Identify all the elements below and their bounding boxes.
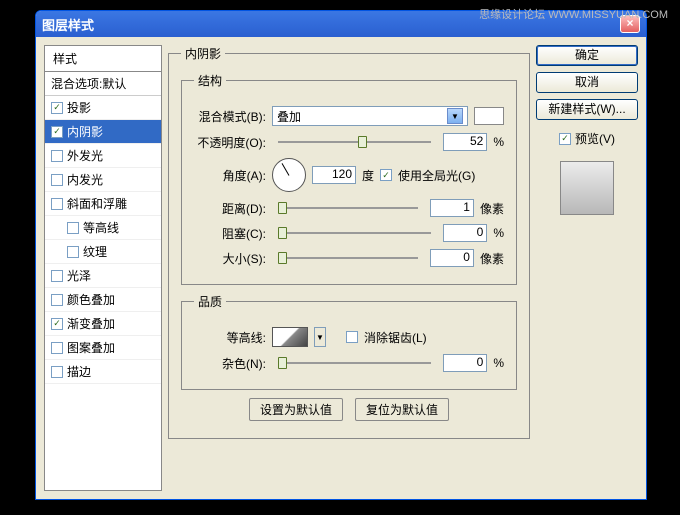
style-checkbox[interactable] bbox=[51, 198, 63, 210]
antialias-checkbox[interactable] bbox=[346, 331, 358, 343]
style-item-1[interactable]: 内阴影 bbox=[45, 120, 161, 144]
opacity-slider[interactable] bbox=[278, 141, 431, 143]
style-item-label: 投影 bbox=[67, 99, 91, 116]
style-item-label: 图案叠加 bbox=[67, 339, 115, 356]
antialias-label: 消除锯齿(L) bbox=[364, 329, 427, 346]
style-checkbox[interactable] bbox=[51, 342, 63, 354]
global-light-label: 使用全局光(G) bbox=[398, 167, 475, 184]
style-checkbox[interactable] bbox=[51, 126, 63, 138]
angle-input[interactable]: 120 bbox=[312, 166, 356, 184]
style-item-label: 颜色叠加 bbox=[67, 291, 115, 308]
style-item-label: 内发光 bbox=[67, 171, 103, 188]
color-swatch[interactable] bbox=[474, 107, 504, 125]
size-slider[interactable] bbox=[278, 257, 418, 259]
size-input[interactable]: 0 bbox=[430, 249, 474, 267]
style-item-label: 等高线 bbox=[83, 219, 119, 236]
style-checkbox[interactable] bbox=[51, 294, 63, 306]
dialog-content: 样式 混合选项:默认 投影内阴影外发光内发光斜面和浮雕等高线纹理光泽颜色叠加渐变… bbox=[36, 37, 646, 499]
style-item-label: 斜面和浮雕 bbox=[67, 195, 127, 212]
distance-label: 距离(D): bbox=[194, 200, 266, 217]
contour-picker[interactable] bbox=[272, 327, 308, 347]
style-item-7[interactable]: 光泽 bbox=[45, 264, 161, 288]
cancel-button[interactable]: 取消 bbox=[536, 72, 638, 93]
style-item-4[interactable]: 斜面和浮雕 bbox=[45, 192, 161, 216]
chevron-down-icon: ▼ bbox=[447, 108, 463, 124]
quality-fieldset: 品质 等高线: ▼ 消除锯齿(L) 杂色(N): 0 % bbox=[181, 293, 517, 390]
opacity-unit: % bbox=[493, 135, 504, 149]
noise-slider[interactable] bbox=[278, 362, 431, 364]
settings-panel: 内阴影 结构 混合模式(B): 叠加 ▼ 不透明度(O): bbox=[168, 45, 530, 491]
noise-label: 杂色(N): bbox=[194, 355, 266, 372]
choke-label: 阻塞(C): bbox=[194, 225, 266, 242]
ok-button[interactable]: 确定 bbox=[536, 45, 638, 66]
blend-mode-value: 叠加 bbox=[277, 108, 301, 125]
new-style-button[interactable]: 新建样式(W)... bbox=[536, 99, 638, 120]
global-light-checkbox[interactable] bbox=[380, 169, 392, 181]
style-item-label: 光泽 bbox=[67, 267, 91, 284]
contour-label: 等高线: bbox=[194, 329, 266, 346]
blend-options-item[interactable]: 混合选项:默认 bbox=[45, 72, 161, 96]
style-checkbox[interactable] bbox=[51, 318, 63, 330]
distance-unit: 像素 bbox=[480, 200, 504, 217]
angle-dial[interactable] bbox=[272, 158, 306, 192]
style-item-label: 渐变叠加 bbox=[67, 315, 115, 332]
style-item-6[interactable]: 纹理 bbox=[45, 240, 161, 264]
reset-default-button[interactable]: 复位为默认值 bbox=[355, 398, 449, 421]
style-item-0[interactable]: 投影 bbox=[45, 96, 161, 120]
style-item-label: 纹理 bbox=[83, 243, 107, 260]
style-item-10[interactable]: 图案叠加 bbox=[45, 336, 161, 360]
styles-header[interactable]: 样式 bbox=[45, 46, 161, 72]
choke-unit: % bbox=[493, 226, 504, 240]
style-checkbox[interactable] bbox=[51, 366, 63, 378]
noise-input[interactable]: 0 bbox=[443, 354, 487, 372]
noise-unit: % bbox=[493, 356, 504, 370]
window-title: 图层样式 bbox=[42, 15, 94, 34]
preview-label: 预览(V) bbox=[575, 130, 615, 147]
style-item-8[interactable]: 颜色叠加 bbox=[45, 288, 161, 312]
distance-input[interactable]: 1 bbox=[430, 199, 474, 217]
style-checkbox[interactable] bbox=[51, 102, 63, 114]
style-item-5[interactable]: 等高线 bbox=[45, 216, 161, 240]
inner-shadow-fieldset: 内阴影 结构 混合模式(B): 叠加 ▼ 不透明度(O): bbox=[168, 45, 530, 439]
structure-fieldset: 结构 混合模式(B): 叠加 ▼ 不透明度(O): 52 % bbox=[181, 72, 517, 285]
style-item-2[interactable]: 外发光 bbox=[45, 144, 161, 168]
layer-style-dialog: 图层样式 × 样式 混合选项:默认 投影内阴影外发光内发光斜面和浮雕等高线纹理光… bbox=[35, 10, 647, 500]
blend-mode-label: 混合模式(B): bbox=[194, 108, 266, 125]
distance-slider[interactable] bbox=[278, 207, 418, 209]
opacity-label: 不透明度(O): bbox=[194, 134, 266, 151]
preview-checkbox[interactable] bbox=[559, 133, 571, 145]
style-item-11[interactable]: 描边 bbox=[45, 360, 161, 384]
styles-list: 样式 混合选项:默认 投影内阴影外发光内发光斜面和浮雕等高线纹理光泽颜色叠加渐变… bbox=[44, 45, 162, 491]
size-label: 大小(S): bbox=[194, 250, 266, 267]
style-item-3[interactable]: 内发光 bbox=[45, 168, 161, 192]
choke-input[interactable]: 0 bbox=[443, 224, 487, 242]
style-checkbox[interactable] bbox=[51, 150, 63, 162]
style-checkbox[interactable] bbox=[51, 270, 63, 282]
style-item-label: 内阴影 bbox=[67, 123, 103, 140]
style-checkbox[interactable] bbox=[67, 246, 79, 258]
choke-slider[interactable] bbox=[278, 232, 431, 234]
contour-dropdown-arrow[interactable]: ▼ bbox=[314, 327, 326, 347]
style-checkbox[interactable] bbox=[51, 174, 63, 186]
angle-unit: 度 bbox=[362, 167, 374, 184]
size-unit: 像素 bbox=[480, 250, 504, 267]
style-item-label: 外发光 bbox=[67, 147, 103, 164]
action-panel: 确定 取消 新建样式(W)... 预览(V) bbox=[536, 45, 638, 491]
preview-thumbnail bbox=[560, 161, 614, 215]
set-default-button[interactable]: 设置为默认值 bbox=[249, 398, 343, 421]
quality-legend: 品质 bbox=[194, 293, 226, 310]
angle-label: 角度(A): bbox=[194, 167, 266, 184]
style-item-label: 描边 bbox=[67, 363, 91, 380]
opacity-input[interactable]: 52 bbox=[443, 133, 487, 151]
watermark-text: 思缘设计论坛 WWW.MISSYUAN.COM bbox=[479, 6, 668, 22]
inner-shadow-legend: 内阴影 bbox=[181, 45, 225, 62]
structure-legend: 结构 bbox=[194, 72, 226, 89]
style-item-9[interactable]: 渐变叠加 bbox=[45, 312, 161, 336]
style-checkbox[interactable] bbox=[67, 222, 79, 234]
blend-mode-dropdown[interactable]: 叠加 ▼ bbox=[272, 106, 468, 126]
